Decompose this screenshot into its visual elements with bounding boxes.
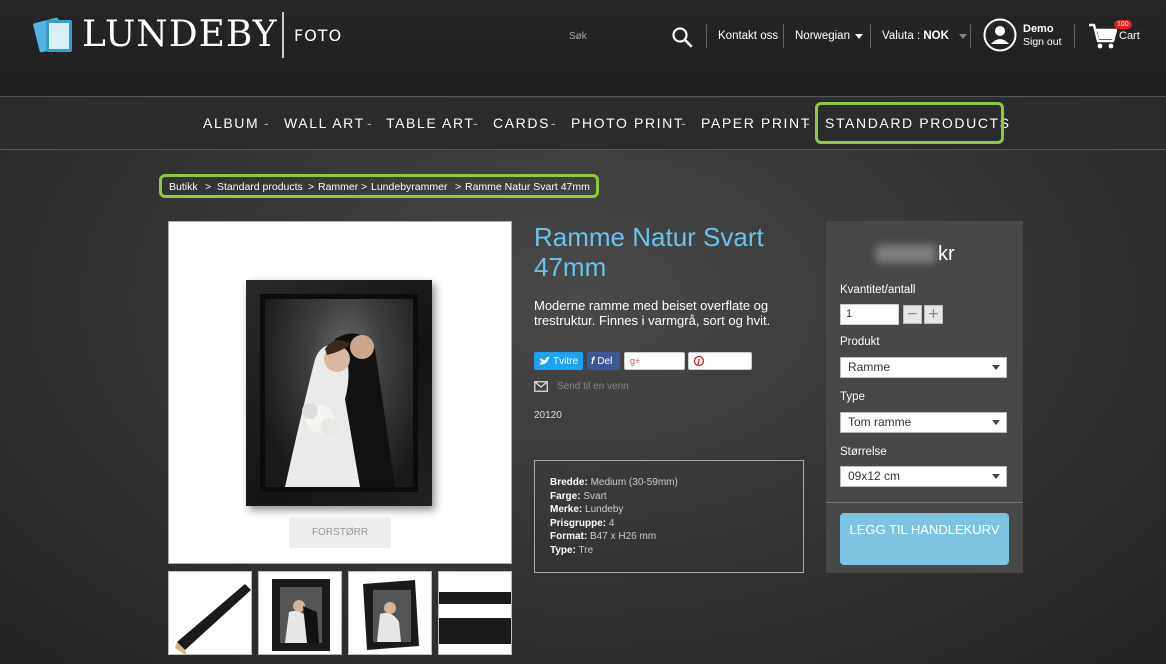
- spec-row: Bredde: Medium (30-59mm): [550, 477, 678, 488]
- chevron-down-icon: [854, 33, 863, 39]
- breadcrumb-item-butikk[interactable]: Butikk: [169, 181, 198, 193]
- breadcrumb-item-rammer[interactable]: Rammer: [318, 181, 358, 193]
- nav-item-photo-print[interactable]: PHOTO PRINT: [571, 115, 684, 131]
- buy-box-divider: [826, 502, 1023, 503]
- product-specs: Bredde: Medium (30-59mm) Farge: Svart Me…: [534, 460, 804, 573]
- facebook-icon: f: [591, 355, 595, 367]
- spec-row: Prisgruppe: 4: [550, 517, 615, 529]
- chevron-down-icon: [992, 474, 1000, 479]
- facebook-share-button[interactable]: f Del: [587, 352, 620, 370]
- breadcrumb-separator: >: [361, 181, 368, 193]
- nav-separator: -: [681, 115, 686, 131]
- quantity-label: Kvantitet/antall: [840, 284, 916, 296]
- header-divider: [1074, 24, 1075, 48]
- search-icon[interactable]: [670, 25, 694, 49]
- search-box: [560, 26, 700, 48]
- size-label: Størrelse: [840, 446, 887, 458]
- spec-row: Format: B47 x H26 mm: [550, 531, 657, 542]
- nav-separator: -: [367, 115, 372, 131]
- google-plus-icon: g+: [630, 356, 641, 366]
- nav-item-cards[interactable]: CARDS: [493, 115, 550, 131]
- nav-item-wall-art[interactable]: WALL ART: [284, 115, 365, 131]
- tweet-button[interactable]: Tvitre: [534, 352, 583, 370]
- user-menu[interactable]: Demo Sign out: [1023, 23, 1062, 49]
- type-label: Type: [840, 391, 865, 403]
- chevron-down-icon: [992, 365, 1000, 370]
- twitter-icon: [539, 356, 550, 365]
- brand-name: LUNDEBY: [82, 14, 278, 55]
- brand-subtitle: FOTO: [294, 26, 343, 45]
- thumbnail-frame-angle[interactable]: [348, 571, 432, 655]
- envelope-icon: [534, 381, 548, 392]
- product-title: Ramme Natur Svart 47mm: [534, 222, 764, 282]
- nav-item-paper-print[interactable]: PAPER PRINT: [701, 115, 811, 131]
- user-avatar-icon[interactable]: [983, 18, 1017, 52]
- pinterest-icon: [694, 356, 704, 366]
- nav-separator: -: [805, 115, 810, 131]
- logo-icon: [32, 16, 78, 54]
- sign-out-link[interactable]: Sign out: [1023, 36, 1062, 49]
- breadcrumb: Butikk > Standard products > Rammer > Lu…: [159, 174, 599, 198]
- thumbnail-frame-detail[interactable]: [438, 571, 512, 655]
- buy-box: kr Kvantitet/antall 1 − + Produkt Ramme …: [826, 221, 1023, 573]
- breadcrumb-separator: >: [205, 181, 212, 193]
- currency-value: NOK: [923, 30, 949, 42]
- nav-item-album[interactable]: ALBUM: [203, 115, 259, 131]
- header-divider: [706, 24, 707, 48]
- quantity-increase-button[interactable]: +: [924, 305, 943, 324]
- product-reference: 20120: [534, 410, 562, 421]
- user-name: Demo: [1023, 23, 1054, 35]
- thumbnail-frame-profile[interactable]: [168, 571, 252, 655]
- spec-row: Merke: Lundeby: [550, 504, 624, 515]
- nav-separator: -: [473, 115, 478, 131]
- chevron-down-icon: [958, 33, 967, 39]
- breadcrumb-separator: >: [308, 181, 315, 193]
- send-to-friend-link[interactable]: Send til en venn: [534, 381, 629, 392]
- nav-highlight-box: [815, 102, 1004, 144]
- google-plus-button[interactable]: g+: [624, 352, 685, 370]
- language-dropdown[interactable]: Norwegian: [795, 24, 863, 48]
- site-header: LUNDEBY FOTO Kontakt oss Norwegian Valut…: [0, 0, 1166, 97]
- product-select[interactable]: Ramme: [840, 357, 1007, 378]
- nav-item-table-art[interactable]: TABLE ART: [386, 115, 475, 131]
- pinterest-button[interactable]: [688, 352, 752, 370]
- product-description: Moderne ramme med beiset overflate og tr…: [534, 298, 771, 328]
- logo-divider: [282, 12, 284, 58]
- frame-photo-image: [246, 280, 432, 506]
- chevron-down-icon: [992, 420, 1000, 425]
- size-select[interactable]: 09x12 cm: [840, 466, 1007, 487]
- contact-link[interactable]: Kontakt oss: [718, 24, 778, 48]
- breadcrumb-separator: >: [455, 181, 462, 193]
- price-currency: kr: [938, 242, 955, 265]
- header-divider: [783, 24, 784, 48]
- currency-dropdown[interactable]: Valuta : NOK: [882, 24, 967, 48]
- search-input[interactable]: [560, 26, 660, 46]
- wedding-photo: [265, 299, 413, 487]
- price: kr: [876, 243, 955, 265]
- nav-separator: -: [264, 115, 269, 131]
- spec-row: Farge: Svart: [550, 490, 607, 502]
- quantity-input[interactable]: 1: [840, 304, 899, 325]
- breadcrumb-item-standard-products[interactable]: Standard products: [217, 181, 303, 193]
- breadcrumb-item-lundebyrammer[interactable]: Lundebyrammer: [371, 181, 447, 193]
- type-select[interactable]: Tom ramme: [840, 412, 1007, 433]
- brand-logo[interactable]: LUNDEBY: [32, 14, 278, 55]
- spec-row: Type: Tre: [550, 544, 594, 556]
- price-amount-blurred: [876, 245, 936, 263]
- add-to-cart-button[interactable]: LEGG TIL HANDLEKURV: [840, 513, 1009, 565]
- header-divider: [870, 24, 871, 48]
- product-label: Produkt: [840, 336, 880, 348]
- nav-separator: -: [551, 115, 556, 131]
- thumbnail-frame-front[interactable]: [258, 571, 342, 655]
- cart-count-badge: 100: [1114, 20, 1132, 29]
- header-divider: [970, 24, 971, 48]
- quantity-decrease-button[interactable]: −: [903, 305, 922, 324]
- enlarge-button[interactable]: FORSTØRR: [289, 517, 391, 548]
- breadcrumb-item-current: Ramme Natur Svart 47mm: [465, 181, 590, 193]
- cart-link[interactable]: Cart: [1119, 30, 1140, 42]
